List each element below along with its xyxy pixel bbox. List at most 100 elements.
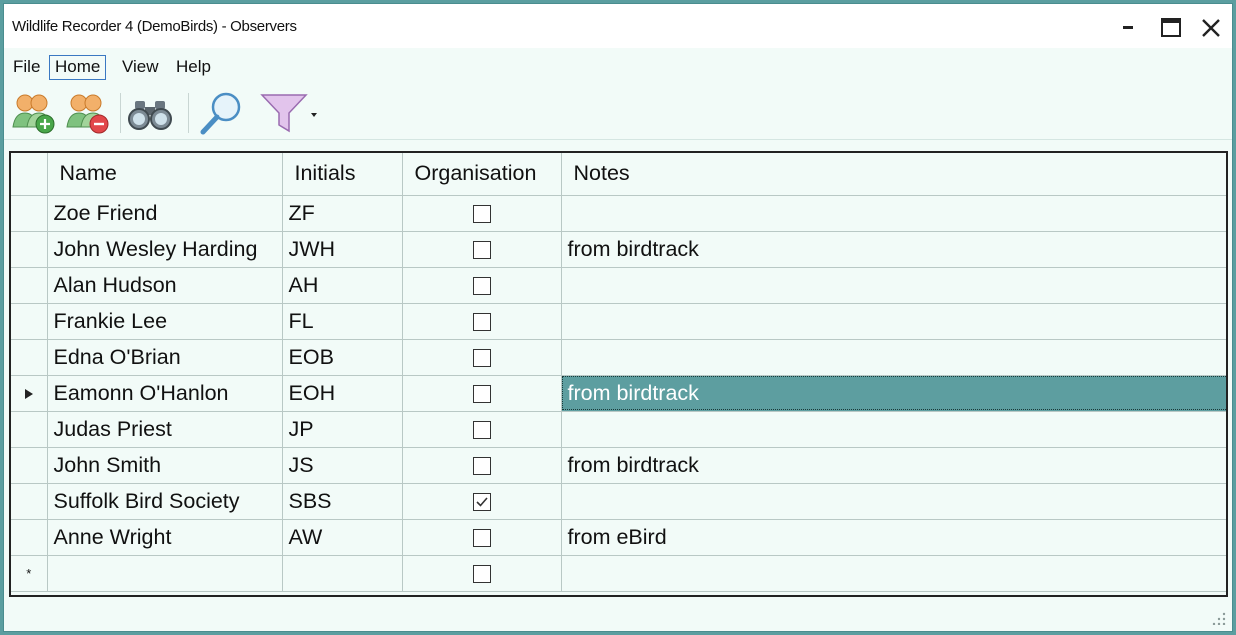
cell-name[interactable]: Suffolk Bird Society	[46, 482, 283, 520]
maximize-icon	[1161, 18, 1181, 37]
cell-initials[interactable]: EOB	[281, 338, 403, 376]
cell-initials[interactable]: SBS	[281, 482, 403, 520]
cell-initials[interactable]: JWH	[281, 230, 403, 268]
cell-notes[interactable]: from birdtrack	[560, 230, 1226, 268]
cell-organisation[interactable]	[401, 266, 562, 304]
cell-name[interactable]: Eamonn O'Hanlon	[46, 374, 283, 412]
cell-organisation[interactable]	[401, 446, 562, 484]
row-header[interactable]	[11, 446, 48, 484]
cell-name[interactable]: John Wesley Harding	[46, 230, 283, 268]
search-button[interactable]	[196, 89, 248, 139]
table-row[interactable]: Frankie Lee FL	[11, 302, 1226, 340]
menu-help[interactable]: Help	[170, 55, 217, 80]
organisation-checkbox[interactable]	[472, 384, 491, 403]
cell-name[interactable]: Judas Priest	[46, 410, 283, 448]
table-row[interactable]: Zoe Friend ZF	[11, 194, 1226, 232]
cell-name[interactable]: John Smith	[46, 446, 283, 484]
cell-organisation[interactable]	[401, 374, 562, 412]
table-row[interactable]: Eamonn O'Hanlon EOH from birdtrack	[11, 374, 1226, 412]
table-row[interactable]: Anne Wright AW from eBird	[11, 518, 1226, 556]
organisation-checkbox[interactable]	[472, 456, 491, 475]
row-header[interactable]	[11, 266, 48, 304]
row-header[interactable]	[11, 482, 48, 520]
cell-organisation[interactable]	[401, 410, 562, 448]
column-header-organisation[interactable]: Organisation	[401, 153, 562, 196]
cell-initials[interactable]: ZF	[281, 194, 403, 232]
menu-file[interactable]: File	[7, 55, 46, 80]
cell-organisation[interactable]	[401, 338, 562, 376]
column-header-name[interactable]: Name	[46, 153, 283, 196]
organisation-checkbox[interactable]	[472, 420, 491, 439]
cell-organisation[interactable]	[401, 194, 562, 232]
table-row[interactable]: Suffolk Bird Society SBS	[11, 482, 1226, 520]
row-header[interactable]	[11, 302, 48, 340]
row-header[interactable]	[11, 338, 48, 376]
cell-notes[interactable]	[560, 338, 1226, 376]
organisation-checkbox[interactable]	[472, 312, 491, 331]
add-observer-button[interactable]	[9, 89, 61, 139]
cell-name[interactable]	[46, 554, 283, 592]
organisation-checkbox[interactable]	[472, 204, 491, 223]
organisation-checkbox[interactable]	[472, 564, 491, 583]
organisation-checkbox[interactable]	[472, 240, 491, 259]
cell-notes[interactable]	[560, 482, 1226, 520]
new-row-marker: *	[11, 554, 48, 592]
cell-notes[interactable]: from birdtrack	[560, 374, 1226, 412]
row-header[interactable]	[11, 374, 48, 412]
row-header[interactable]	[11, 194, 48, 232]
toolbar-separator	[188, 93, 189, 133]
table-row[interactable]: Alan Hudson AH	[11, 266, 1226, 304]
observers-grid[interactable]: Name Initials Organisation Notes Zoe Fri…	[9, 151, 1228, 597]
column-header-initials[interactable]: Initials	[281, 153, 403, 196]
cell-name[interactable]: Anne Wright	[46, 518, 283, 556]
add-observer-icon	[12, 94, 55, 134]
cell-notes[interactable]	[560, 302, 1226, 340]
cell-organisation[interactable]	[401, 302, 562, 340]
cell-name[interactable]: Alan Hudson	[46, 266, 283, 304]
remove-observer-button[interactable]	[63, 89, 115, 139]
binoculars-button[interactable]	[125, 89, 177, 139]
cell-organisation[interactable]	[401, 482, 562, 520]
menu-home[interactable]: Home	[49, 55, 107, 80]
cell-name[interactable]: Edna O'Brian	[46, 338, 283, 376]
organisation-checkbox[interactable]	[472, 492, 491, 511]
resize-grip-icon[interactable]	[1212, 611, 1226, 625]
organisation-checkbox[interactable]	[472, 276, 491, 295]
cell-initials[interactable]: FL	[281, 302, 403, 340]
column-header-notes[interactable]: Notes	[560, 153, 1226, 196]
menu-view[interactable]: View	[116, 55, 165, 80]
cell-organisation[interactable]	[401, 230, 562, 268]
cell-initials[interactable]	[281, 554, 403, 592]
organisation-checkbox[interactable]	[472, 528, 491, 547]
filter-button[interactable]	[256, 89, 317, 139]
minimize-button[interactable]	[1110, 12, 1146, 42]
cell-initials[interactable]: AW	[281, 518, 403, 556]
row-header[interactable]	[11, 518, 48, 556]
cell-organisation[interactable]	[401, 518, 562, 556]
cell-initials[interactable]: JP	[281, 410, 403, 448]
cell-initials[interactable]: JS	[281, 446, 403, 484]
cell-name[interactable]: Frankie Lee	[46, 302, 283, 340]
close-icon	[1202, 19, 1220, 37]
cell-organisation[interactable]	[401, 554, 562, 592]
table-row[interactable]: John Smith JS from birdtrack	[11, 446, 1226, 484]
observers-table: Name Initials Organisation Notes Zoe Fri…	[11, 153, 1226, 592]
cell-notes[interactable]	[560, 194, 1226, 232]
cell-notes[interactable]: from eBird	[560, 518, 1226, 556]
cell-notes[interactable]	[560, 410, 1226, 448]
cell-initials[interactable]: AH	[281, 266, 403, 304]
cell-name[interactable]: Zoe Friend	[46, 194, 283, 232]
table-row[interactable]: Edna O'Brian EOB	[11, 338, 1226, 376]
close-button[interactable]	[1192, 12, 1228, 42]
cell-notes[interactable]	[560, 266, 1226, 304]
row-header[interactable]	[11, 410, 48, 448]
new-row[interactable]: *	[11, 554, 1226, 592]
cell-notes[interactable]: from birdtrack	[560, 446, 1226, 484]
table-row[interactable]: John Wesley Harding JWH from birdtrack	[11, 230, 1226, 268]
cell-notes[interactable]	[560, 554, 1226, 592]
maximize-button[interactable]	[1152, 12, 1188, 42]
cell-initials[interactable]: EOH	[281, 374, 403, 412]
table-row[interactable]: Judas Priest JP	[11, 410, 1226, 448]
row-header[interactable]	[11, 230, 48, 268]
organisation-checkbox[interactable]	[472, 348, 491, 367]
